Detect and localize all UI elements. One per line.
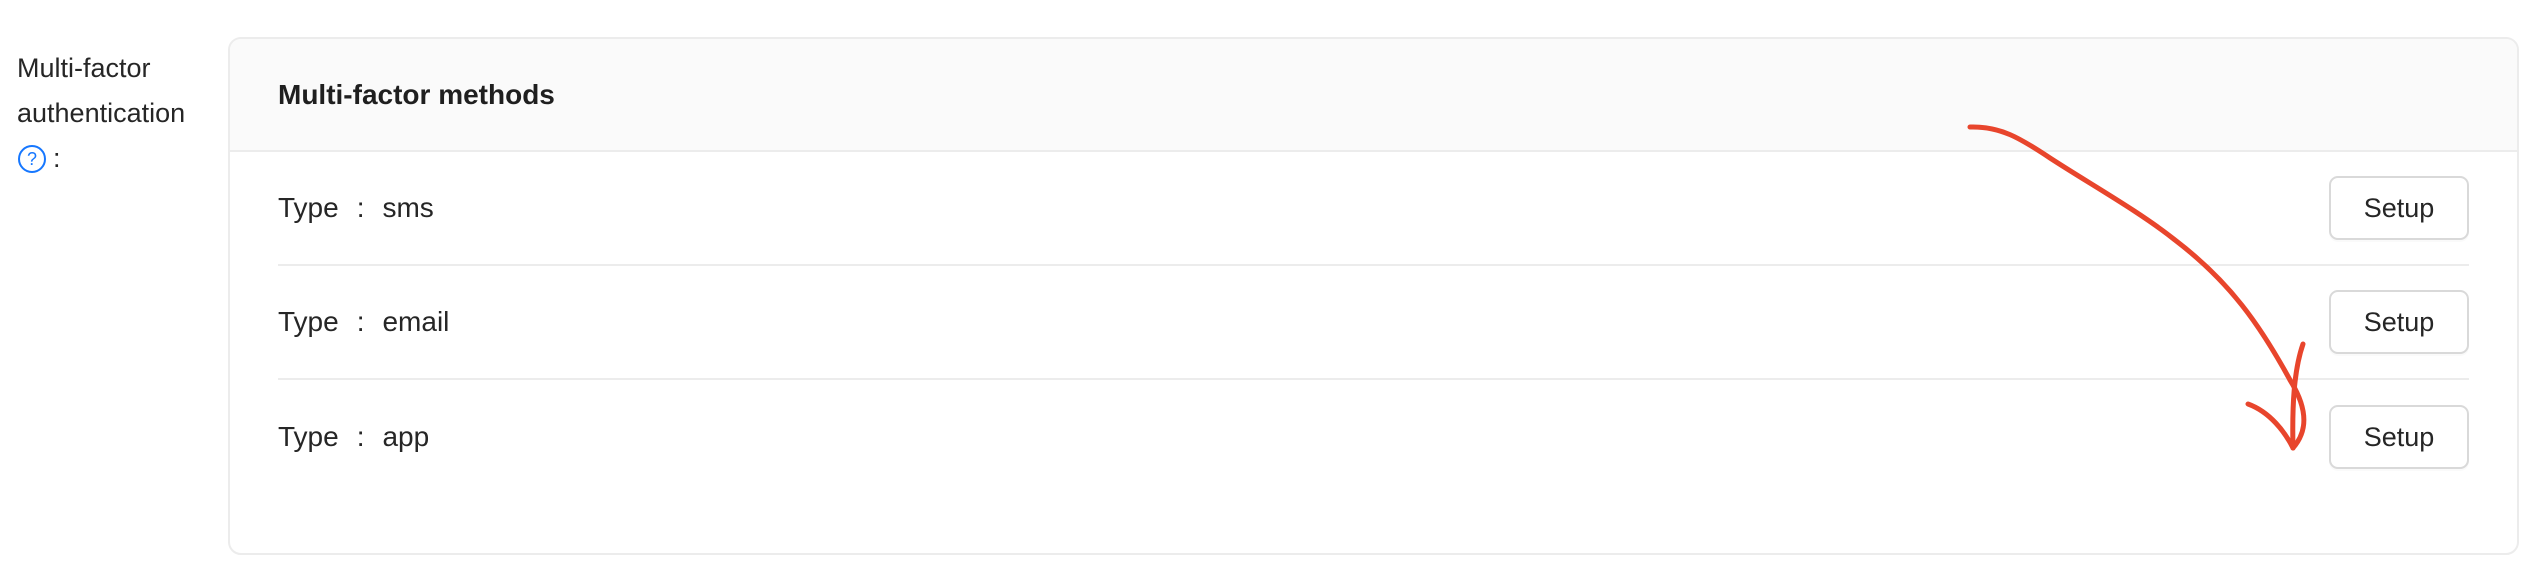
- setup-app-button[interactable]: Setup: [2329, 405, 2469, 469]
- method-type-key: Type: [278, 421, 339, 452]
- setup-email-button[interactable]: Setup: [2329, 290, 2469, 354]
- method-type-key: Type: [278, 306, 339, 337]
- method-text: Type : email: [278, 306, 449, 338]
- mfa-field-label: Multi-factor authentication ? :: [17, 46, 217, 181]
- method-type-key: Type: [278, 192, 339, 223]
- card-header: Multi-factor methods: [230, 39, 2517, 152]
- method-separator: :: [356, 306, 365, 337]
- method-type-value: sms: [382, 192, 434, 223]
- method-row-app: Type : app Setup: [278, 380, 2469, 494]
- method-separator: :: [356, 192, 365, 223]
- mfa-label-line2: authentication: [17, 98, 186, 128]
- method-separator: :: [356, 421, 365, 452]
- svg-text:?: ?: [27, 149, 37, 169]
- label-colon: :: [53, 143, 61, 173]
- mfa-label-line1: Multi-factor: [17, 53, 151, 83]
- question-circle-icon[interactable]: ?: [17, 144, 47, 174]
- method-text: Type : sms: [278, 192, 434, 224]
- card-title: Multi-factor methods: [278, 78, 555, 110]
- method-type-value: email: [382, 306, 450, 337]
- method-type-value: app: [382, 421, 430, 452]
- method-text: Type : app: [278, 421, 429, 453]
- mfa-methods-card: Multi-factor methods Type : sms Setup Ty…: [228, 37, 2519, 555]
- method-row-email: Type : email Setup: [278, 266, 2469, 380]
- setup-sms-button[interactable]: Setup: [2329, 176, 2469, 240]
- methods-list: Type : sms Setup Type : email Setup Type…: [230, 152, 2517, 494]
- help-row: ? :: [17, 136, 217, 181]
- method-row-sms: Type : sms Setup: [278, 152, 2469, 266]
